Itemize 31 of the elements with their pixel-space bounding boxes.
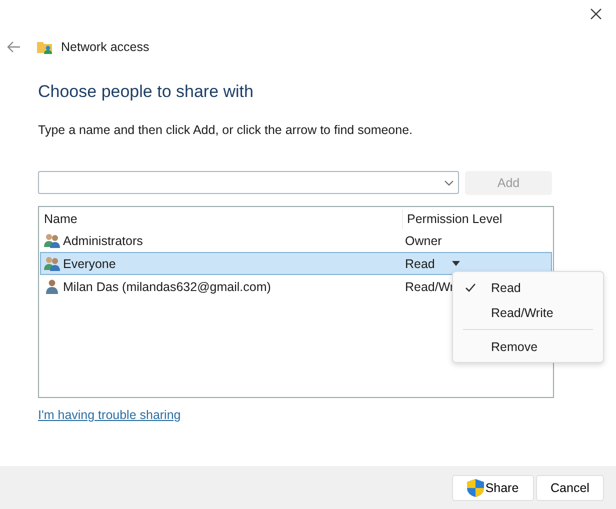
back-arrow-icon[interactable]: [7, 41, 21, 53]
shared-folder-icon: [37, 40, 53, 54]
check-icon: [465, 283, 476, 292]
user-name: Administrators: [63, 234, 144, 248]
column-header[interactable]: Name: [40, 212, 402, 226]
name-combo-field[interactable]: [38, 171, 459, 194]
trouble-sharing-link[interactable]: I'm having trouble sharing: [38, 408, 181, 422]
dialog-button[interactable]: Cancel: [536, 474, 604, 500]
user-name: Milan Das (milandas632@gmail.com): [63, 280, 272, 294]
permission-level[interactable]: Owner: [405, 234, 442, 248]
list-row[interactable]: Everyone Read: [40, 252, 552, 275]
menu-item[interactable]: Read/Write: [453, 300, 603, 325]
menu-item[interactable]: Read: [453, 275, 603, 300]
permission-level[interactable]: Read/Wr: [405, 280, 454, 294]
close-button[interactable]: [590, 8, 604, 22]
column-header[interactable]: Permission Level: [402, 209, 552, 229]
user-name: Everyone: [63, 256, 117, 270]
users-icon: [44, 256, 60, 271]
menu-item[interactable]: Remove: [453, 334, 603, 359]
dropdown-caret-icon[interactable]: [452, 261, 460, 266]
close-icon: [590, 8, 602, 20]
users-icon: [44, 233, 60, 248]
shield-icon: [467, 478, 484, 496]
dialog-button[interactable]: Share: [452, 474, 534, 500]
instruction-text: Type a name and then click Add, or click the arrow to find someone.: [38, 123, 414, 137]
window-title: Network access: [61, 40, 150, 54]
list-row[interactable]: Administrators Owner: [40, 229, 552, 252]
user-icon: [44, 279, 60, 294]
heading: Choose people to share with: [38, 82, 254, 102]
chevron-down-icon: [444, 180, 454, 186]
permission-level[interactable]: Read: [405, 256, 435, 270]
